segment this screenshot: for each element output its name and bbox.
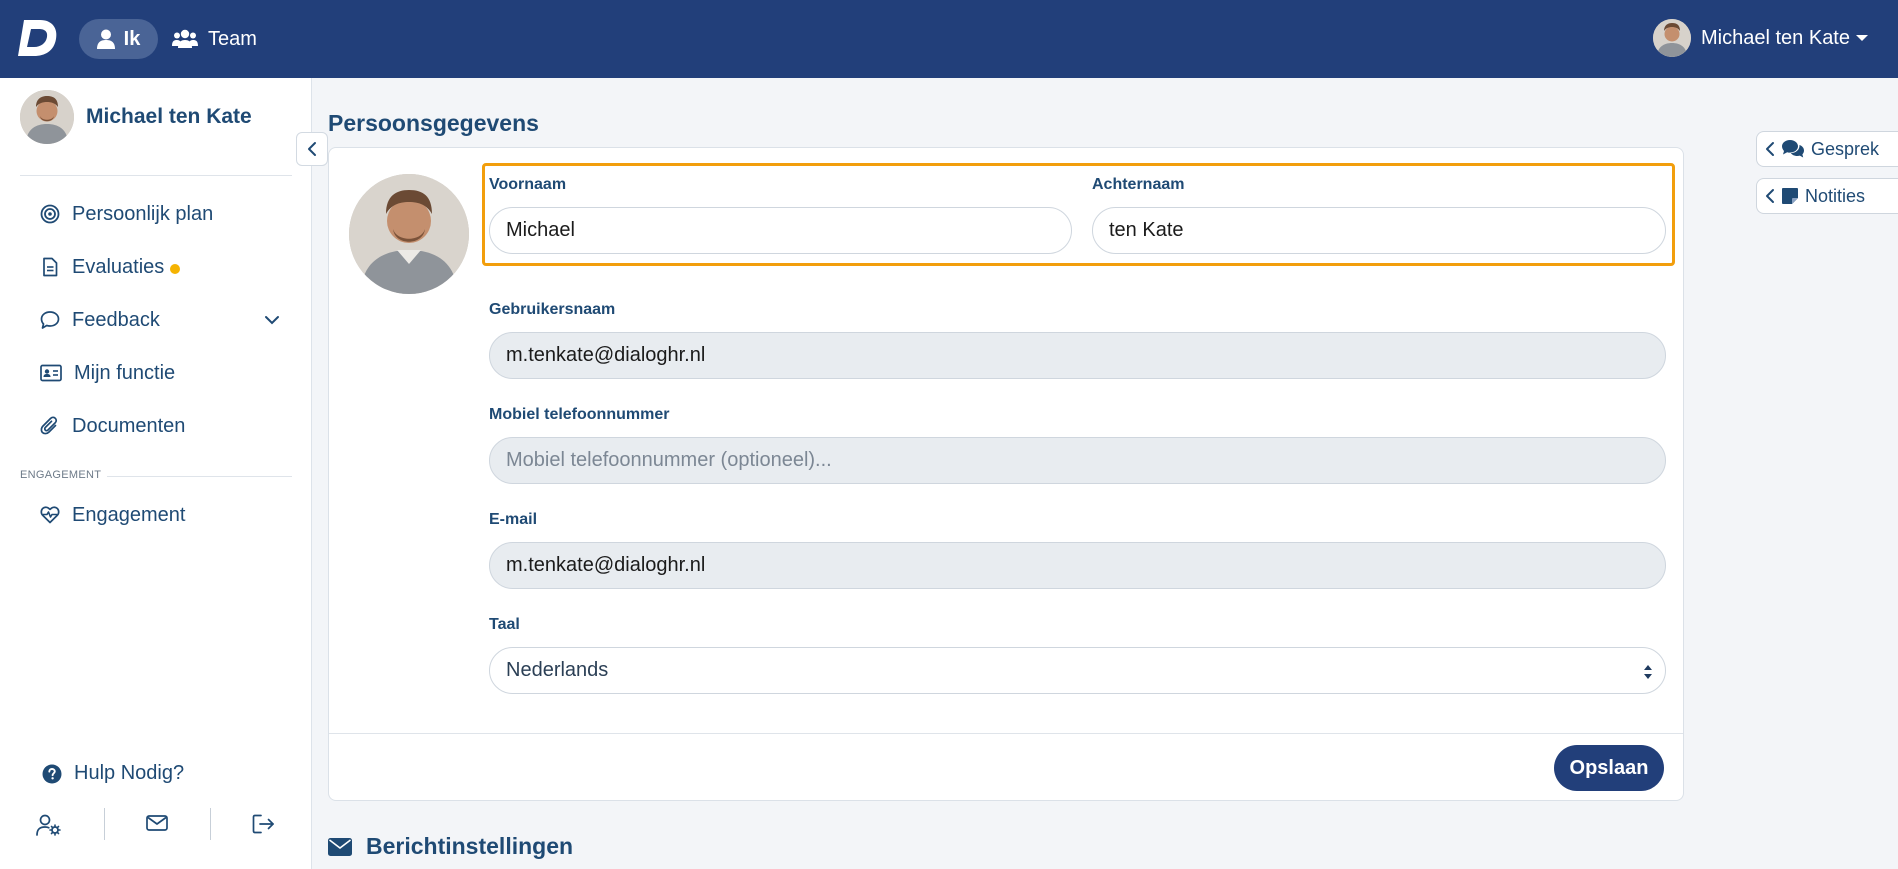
save-button[interactable]: Opslaan: [1554, 745, 1664, 791]
users-icon: [172, 29, 198, 48]
mail-icon[interactable]: [146, 814, 168, 832]
sidebar-item-persoonlijk-plan[interactable]: Persoonlijk plan: [40, 197, 280, 231]
divider: [107, 476, 292, 477]
chevron-left-icon: [1766, 189, 1774, 203]
gesprek-tab-label: Gesprek: [1811, 138, 1880, 159]
notities-tab[interactable]: Notities: [1756, 178, 1898, 214]
profile-photo[interactable]: [349, 174, 469, 294]
chevron-left-icon: [1766, 142, 1774, 156]
chevron-down-icon: [1856, 35, 1868, 41]
email-value: m.tenkate@dialoghr.nl: [506, 554, 706, 576]
personal-details-card: Voornaam Michael Achternaam ten Kate Geb…: [328, 147, 1684, 801]
username-label: Gebruikersnaam: [489, 301, 616, 318]
sidebar-item-feedback[interactable]: Feedback: [40, 303, 280, 337]
sidebar: Michael ten Kate Persoonlijk plan Evalua…: [0, 78, 312, 869]
divider: [329, 733, 1683, 734]
sidebar-item-label: Evaluaties: [72, 255, 165, 278]
divider: [20, 175, 292, 176]
sidebar-item-label: Feedback: [72, 308, 160, 331]
sidebar-collapse-button[interactable]: [296, 132, 328, 166]
notities-tab-label: Notities: [1805, 185, 1866, 206]
email-field[interactable]: m.tenkate@dialoghr.nl: [489, 542, 1666, 589]
sidebar-footer: [0, 808, 312, 844]
last-name-label: Achternaam: [1092, 176, 1185, 193]
first-name-value: Michael: [506, 219, 575, 241]
sidebar-item-label: Mijn functie: [74, 361, 176, 384]
sidebar-item-label: Engagement: [72, 503, 186, 526]
paperclip-icon: [40, 416, 58, 435]
first-name-field[interactable]: Michael: [489, 207, 1072, 254]
avatar: [1653, 19, 1692, 57]
username-value: m.tenkate@dialoghr.nl: [506, 344, 706, 366]
mobile-field[interactable]: Mobiel telefoonnummer (optioneel)...: [489, 437, 1666, 484]
help-label: Hulp Nodig?: [74, 762, 185, 784]
tab-ik-label: Ik: [123, 27, 141, 50]
user-menu-name: Michael ten Kate: [1701, 26, 1850, 49]
sidebar-item-evaluaties[interactable]: Evaluaties: [40, 250, 280, 284]
page-title: Persoonsgegevens: [328, 110, 539, 136]
select-arrows-icon: [1644, 665, 1652, 679]
notification-dot: [170, 264, 181, 274]
sidebar-item-label: Persoonlijk plan: [72, 202, 214, 225]
mobile-label: Mobiel telefoonnummer: [489, 406, 670, 423]
sidebar-item-documenten[interactable]: Documenten: [40, 409, 280, 443]
username-field[interactable]: m.tenkate@dialoghr.nl: [489, 332, 1666, 379]
envelope-icon: [328, 837, 352, 856]
tab-ik[interactable]: Ik: [79, 19, 158, 59]
section-title-berichtinstellingen: Berichtinstellingen: [328, 833, 573, 860]
section-title-label: Berichtinstellingen: [366, 833, 574, 859]
user-icon: [96, 29, 115, 49]
sidebar-item-mijn-functie[interactable]: Mijn functie: [40, 356, 280, 390]
last-name-field[interactable]: ten Kate: [1092, 207, 1666, 254]
gesprek-tab[interactable]: Gesprek: [1756, 131, 1898, 167]
chat-bubble-icon: [40, 311, 60, 329]
heart-pulse-icon: [40, 506, 60, 524]
user-settings-icon[interactable]: [36, 814, 62, 836]
chevron-down-icon[interactable]: [264, 315, 280, 325]
document-icon: [43, 257, 58, 277]
comments-icon: [1782, 140, 1804, 158]
last-name-value: ten Kate: [1109, 219, 1184, 241]
sidebar-item-label: Documenten: [72, 414, 186, 437]
chevron-left-icon: [308, 142, 316, 156]
note-icon: [1782, 188, 1798, 204]
user-menu[interactable]: Michael ten Kate: [1653, 15, 1868, 61]
mobile-placeholder: Mobiel telefoonnummer (optioneel)...: [506, 449, 832, 471]
divider: [210, 808, 211, 840]
logout-icon[interactable]: [252, 814, 276, 834]
app-logo[interactable]: [18, 17, 60, 59]
language-select[interactable]: Nederlands: [489, 647, 1666, 694]
language-value: Nederlands: [506, 659, 609, 681]
first-name-label: Voornaam: [489, 176, 567, 193]
sidebar-user-name: Michael ten Kate: [86, 105, 252, 128]
divider: [104, 808, 105, 840]
email-label: E-mail: [489, 511, 538, 528]
language-label: Taal: [489, 616, 520, 633]
sidebar-user[interactable]: Michael ten Kate: [20, 90, 252, 144]
sidebar-item-engagement[interactable]: Engagement: [40, 498, 280, 532]
help-link[interactable]: Hulp Nodig?: [42, 762, 184, 785]
id-card-icon: [40, 364, 62, 382]
section-label-engagement: ENGAGEMENT: [20, 469, 102, 481]
top-navbar: Ik Team Michael ten Kate: [0, 0, 1898, 78]
tab-team-label: Team: [208, 27, 257, 50]
avatar: [20, 90, 74, 144]
tab-team[interactable]: Team: [172, 19, 257, 59]
target-icon: [40, 204, 60, 224]
question-circle-icon: [42, 764, 62, 783]
